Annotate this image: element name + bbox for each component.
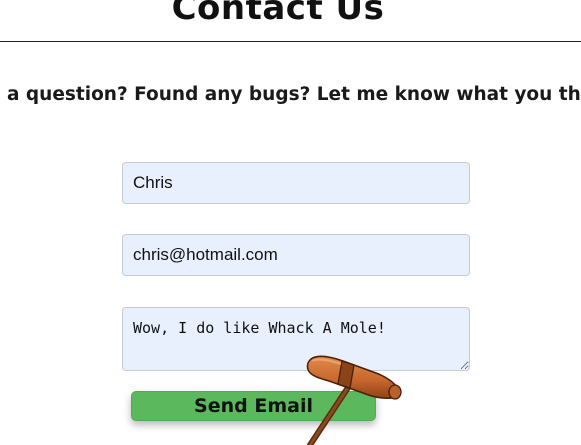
name-field[interactable] xyxy=(122,162,470,204)
contact-tagline: a question? Found any bugs? Let me know … xyxy=(7,84,581,105)
message-field[interactable]: Wow, I do like Whack A Mole! xyxy=(122,307,470,371)
contact-page: Contact Us a question? Found any bugs? L… xyxy=(0,0,581,445)
email-field[interactable] xyxy=(122,234,470,276)
send-email-button[interactable]: Send Email xyxy=(131,391,376,421)
mallet-head-end xyxy=(388,384,402,400)
title-divider xyxy=(0,41,581,42)
page-title: Contact Us xyxy=(171,0,385,28)
